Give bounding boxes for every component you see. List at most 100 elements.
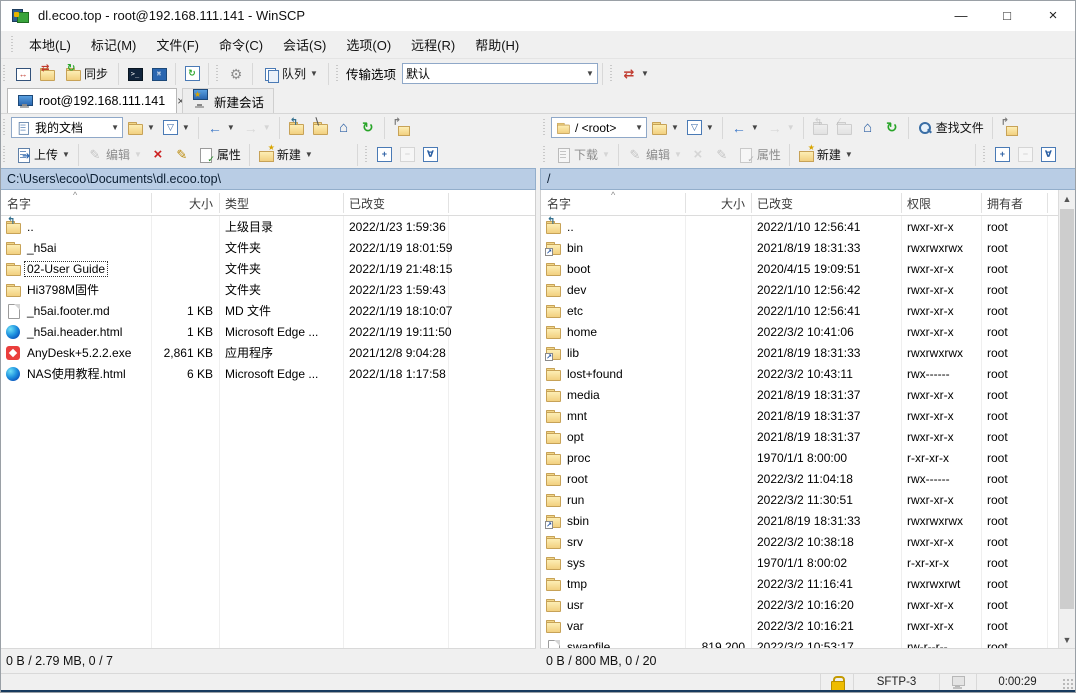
local-path-bar[interactable]: C:\Users\ecoo\Documents\dl.ecoo.top\ — [0, 168, 536, 190]
local-unselect-button[interactable]: − — [396, 144, 419, 166]
remote-filter-button[interactable]: ▽▼ — [683, 117, 718, 139]
local-forward-button[interactable]: →▼ — [239, 117, 275, 139]
minimize-button[interactable]: — — [938, 0, 984, 31]
file-row[interactable]: var 2022/3/2 10:16:21 rwxr-xr-x root — [541, 615, 1075, 636]
toggle-panels-button[interactable]: ↔ — [11, 62, 35, 86]
open-putty-button[interactable]: ⌘ — [147, 62, 171, 86]
transfer-settings-dropdown-button[interactable]: ⇄ ▼ — [618, 62, 652, 86]
file-row[interactable]: ↗sbin 2021/8/19 18:31:33 rwxrwxrwx root — [541, 510, 1075, 531]
remote-refresh-button[interactable]: ↻ — [880, 117, 904, 139]
file-row[interactable]: home 2022/3/2 10:41:06 rwxr-xr-x root — [541, 321, 1075, 342]
upload-button[interactable]: ➜ 上传 ▼ — [11, 144, 74, 166]
download-button[interactable]: 下载 ▼ — [551, 144, 614, 166]
remote-new-button[interactable]: 新建 ▼ — [794, 144, 857, 166]
file-row[interactable]: lost+found 2022/3/2 10:43:11 rwx------ r… — [541, 363, 1075, 384]
remote-forward-button[interactable]: →▼ — [763, 117, 799, 139]
local-select-button[interactable]: + — [373, 144, 396, 166]
file-row[interactable]: NAS使用教程.html 6 KB Microsoft Edge ... 202… — [1, 363, 535, 384]
scroll-up-icon[interactable]: ▲ — [1059, 190, 1075, 207]
remote-back-button[interactable]: ←▼ — [727, 117, 763, 139]
local-new-button[interactable]: 新建 ▼ — [254, 144, 317, 166]
scroll-down-icon[interactable]: ▼ — [1059, 631, 1075, 648]
local-edit-button[interactable]: ✎ 编辑 ▼ — [83, 144, 146, 166]
remote-edit-button[interactable]: ✎ 编辑 ▼ — [623, 144, 686, 166]
column-header-changed[interactable]: 已改变 — [751, 190, 799, 216]
file-row[interactable]: boot 2020/4/15 19:09:51 rwxr-xr-x root — [541, 258, 1075, 279]
remote-root-directory-button[interactable]: ∕ — [832, 117, 856, 139]
column-header-name[interactable]: 名字 — [1, 190, 37, 216]
remote-path-bar[interactable]: / — [540, 168, 1076, 190]
file-row[interactable]: proc 1970/1/1 8:00:00 r-xr-xr-x root — [541, 447, 1075, 468]
refresh-session-button[interactable]: ↻ — [180, 62, 204, 86]
remote-unselect-button[interactable]: − — [1014, 144, 1037, 166]
remote-select-button[interactable]: + — [991, 144, 1014, 166]
column-header-type[interactable]: 类型 — [219, 190, 255, 216]
file-row[interactable]: _h5ai.footer.md 1 KB MD 文件 2022/1/19 18:… — [1, 300, 535, 321]
file-row[interactable]: dev 2022/1/10 12:56:42 rwxr-xr-x root — [541, 279, 1075, 300]
remote-invert-selection-button[interactable]: ∀ — [1037, 144, 1060, 166]
file-row[interactable]: ↰.. 上级目录 2022/1/23 1:59:36 — [1, 216, 535, 237]
file-row[interactable]: tmp 2022/3/2 11:16:41 rwxrwxrwt root — [541, 573, 1075, 594]
menu-item[interactable]: 标记(M) — [81, 31, 147, 58]
file-row[interactable]: etc 2022/1/10 12:56:41 rwxr-xr-x root — [541, 300, 1075, 321]
file-row[interactable]: _h5ai.header.html 1 KB Microsoft Edge ..… — [1, 321, 535, 342]
remote-properties-button[interactable]: 属性 — [734, 144, 785, 166]
menu-item[interactable]: 命令(C) — [209, 31, 273, 58]
tab-new-session[interactable]: 新建会话 — [182, 88, 274, 113]
column-header-size[interactable]: 大小 — [685, 190, 751, 216]
file-row[interactable]: media 2021/8/19 18:31:37 rwxr-xr-x root — [541, 384, 1075, 405]
column-header-rights[interactable]: 权限 — [901, 190, 937, 216]
file-row[interactable]: mnt 2021/8/19 18:31:37 rwxr-xr-x root — [541, 405, 1075, 426]
local-add-symlink-button[interactable] — [389, 117, 413, 139]
file-row[interactable]: AnyDesk+5.2.2.exe 2,861 KB 应用程序 2021/12/… — [1, 342, 535, 363]
menu-item[interactable]: 帮助(H) — [465, 31, 529, 58]
file-row[interactable]: ↗lib 2021/8/19 18:31:33 rwxrwxrwx root — [541, 342, 1075, 363]
file-row[interactable]: Hi3798M固件 文件夹 2022/1/23 1:59:43 — [1, 279, 535, 300]
menu-item[interactable]: 文件(F) — [146, 31, 209, 58]
local-delete-button[interactable]: × — [146, 144, 170, 166]
maximize-button[interactable]: □ — [984, 0, 1030, 31]
menu-item[interactable]: 远程(R) — [401, 31, 465, 58]
file-row[interactable]: opt 2021/8/19 18:31:37 rwxr-xr-x root — [541, 426, 1075, 447]
local-refresh-button[interactable]: ↻ — [356, 117, 380, 139]
compare-directories-button[interactable]: ⇄ — [35, 62, 59, 86]
file-row[interactable]: run 2022/3/2 11:30:51 rwxr-xr-x root — [541, 489, 1075, 510]
remote-rename-button[interactable]: ✎ — [710, 144, 734, 166]
file-row[interactable]: _h5ai 文件夹 2022/1/19 18:01:59 — [1, 237, 535, 258]
queue-dropdown-button[interactable]: 队列 ▼ — [257, 62, 324, 86]
scrollbar-thumb[interactable] — [1060, 209, 1074, 609]
remote-scrollbar[interactable]: ▲ ▼ — [1058, 190, 1075, 648]
preferences-button[interactable]: ⚙ — [224, 62, 248, 86]
local-properties-button[interactable]: 属性 — [194, 144, 245, 166]
menu-item[interactable]: 选项(O) — [336, 31, 401, 58]
close-button[interactable]: × — [1030, 0, 1076, 31]
file-row[interactable]: sys 1970/1/1 8:00:02 r-xr-xr-x root — [541, 552, 1075, 573]
local-back-button[interactable]: ←▼ — [203, 117, 239, 139]
local-filter-button[interactable]: ▽▼ — [159, 117, 194, 139]
remote-open-directory-button[interactable]: ▼ — [647, 117, 683, 139]
column-header-size[interactable]: 大小 — [151, 190, 219, 216]
local-home-directory-button[interactable]: ⌂ — [332, 117, 356, 139]
local-rename-button[interactable]: ✎ — [170, 144, 194, 166]
open-terminal-button[interactable]: >_ — [123, 62, 147, 86]
synchronize-button[interactable]: ↻ 同步 — [59, 62, 114, 86]
menu-item[interactable]: 会话(S) — [273, 31, 336, 58]
transfer-preset-combobox[interactable]: 默认 ▼ — [402, 63, 598, 84]
remote-delete-button[interactable]: × — [686, 144, 710, 166]
remote-home-directory-button[interactable]: ⌂ — [856, 117, 880, 139]
file-row[interactable]: root 2022/3/2 11:04:18 rwx------ root — [541, 468, 1075, 489]
find-files-button[interactable]: 查找文件 — [913, 117, 988, 139]
file-row[interactable]: swapfile 819,200 2022/3/2 10:53:17 rw-r-… — [541, 636, 1075, 648]
remote-parent-directory-button[interactable]: ↰ — [808, 117, 832, 139]
local-location-combobox[interactable]: 我的文档 ▼ — [11, 117, 123, 138]
file-row[interactable]: ↰.. 2022/1/10 12:56:41 rwxr-xr-x root — [541, 216, 1075, 237]
tab-session[interactable]: root@192.168.111.141 × — [7, 88, 177, 113]
file-row[interactable]: 02-User Guide 文件夹 2022/1/19 21:48:15 — [1, 258, 535, 279]
resize-grip[interactable] — [1062, 678, 1074, 690]
file-row[interactable]: usr 2022/3/2 10:16:20 rwxr-xr-x root — [541, 594, 1075, 615]
column-header-owner[interactable]: 拥有者 — [981, 190, 1029, 216]
file-row[interactable]: srv 2022/3/2 10:38:18 rwxr-xr-x root — [541, 531, 1075, 552]
file-row[interactable]: ↗bin 2021/8/19 18:31:33 rwxrwxrwx root — [541, 237, 1075, 258]
local-open-directory-button[interactable]: ▼ — [123, 117, 159, 139]
menu-item[interactable]: 本地(L) — [19, 31, 81, 58]
